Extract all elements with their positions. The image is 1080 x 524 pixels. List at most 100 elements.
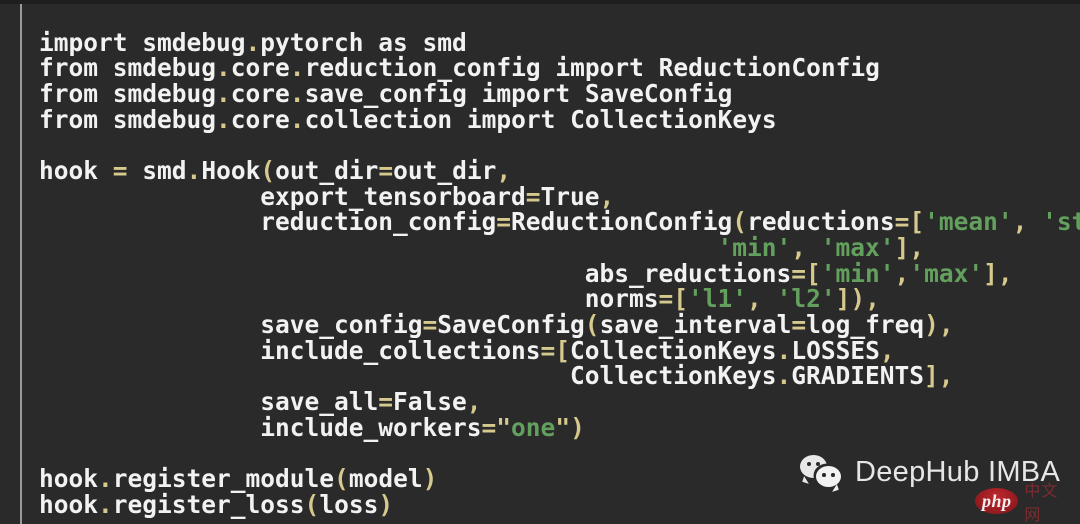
code-token: register_module — [112, 464, 335, 494]
code-token: save_interval — [599, 310, 792, 340]
code-token: from smdebug — [39, 104, 217, 134]
php-badge: php 中文网 — [975, 477, 1060, 524]
code-token: register_loss — [112, 489, 305, 519]
code-token: LOSSES — [791, 335, 880, 365]
code-line: norms=['l1', 'l2']), — [39, 286, 1069, 312]
code-token: 'min' — [820, 258, 895, 288]
code-token: from smdebug — [39, 53, 217, 83]
code-token: Hook — [201, 155, 261, 185]
code-token: core — [230, 78, 290, 108]
code-token: 'min' — [717, 233, 792, 262]
code-token: pytorch as smd — [260, 27, 467, 57]
code-token: smd — [142, 155, 187, 185]
code-token: core — [230, 53, 290, 83]
php-badge-suffix: 中文网 — [1024, 481, 1059, 524]
code-token: ) — [422, 464, 438, 494]
code-token: " — [496, 412, 512, 442]
code-token: . — [289, 104, 305, 134]
code-token: out_dir — [393, 155, 497, 185]
code-line: CollectionKeys.GRADIENTS], — [39, 363, 1069, 389]
code-line: abs_reductions=['min','max'], — [39, 258, 1069, 288]
code-token: 'max' — [909, 258, 984, 288]
code-token: . — [776, 335, 792, 365]
code-token: = — [422, 310, 438, 340]
code-token: collection import CollectionKeys — [304, 104, 777, 134]
code-token: hook — [39, 155, 113, 185]
code-token: one — [511, 412, 556, 442]
code-token: include_collections — [39, 335, 541, 365]
top-edge-band — [0, 0, 1080, 4]
code-token: 'max' — [820, 233, 895, 262]
code-token: export_tensorboard — [39, 181, 526, 211]
code-token: reductions — [747, 207, 895, 237]
code-token: . — [216, 104, 231, 134]
code-token: = — [525, 181, 541, 211]
code-token: = — [112, 155, 143, 185]
code-token: 'std' — [1042, 207, 1080, 237]
code-token: ) — [570, 412, 585, 442]
code-line: from smdebug.core.save_config import Sav… — [39, 81, 1069, 107]
code-token: ], — [924, 361, 954, 391]
code-token: . — [216, 53, 231, 83]
code-token: =[ — [791, 258, 821, 288]
code-line: import smdebug.pytorch as smd — [39, 27, 1069, 57]
code-token: , — [466, 387, 482, 417]
code-token: ( — [260, 155, 276, 185]
code-token: CollectionKeys — [570, 335, 777, 365]
code-token: ReductionConfig — [511, 207, 733, 237]
code-token: = — [481, 412, 497, 442]
code-token: SaveConfig — [437, 310, 585, 340]
code-token: 'mean' — [924, 207, 1013, 237]
code-token: = — [378, 387, 394, 417]
code-line: from smdebug.core.collection import Coll… — [39, 104, 1069, 134]
code-token: save_config — [39, 310, 423, 340]
code-token: abs_reductions — [39, 258, 792, 288]
code-token: , — [1012, 207, 1043, 237]
code-token: hook — [39, 464, 99, 494]
code-token: GRADIENTS — [791, 361, 925, 391]
code-token: . — [289, 53, 305, 83]
code-token: core — [230, 104, 290, 134]
code-token: = — [496, 207, 512, 237]
code-line: hook.register_loss(loss) — [39, 492, 1069, 518]
code-token: CollectionKeys — [39, 361, 777, 391]
code-token: , — [894, 258, 910, 288]
code-token: , — [791, 233, 821, 262]
code-token: " — [555, 412, 571, 442]
code-token: . — [98, 464, 113, 494]
code-token: =[ — [540, 335, 571, 365]
code-token: include_workers — [39, 412, 482, 442]
code-block-left-rule — [20, 4, 22, 524]
code-line: export_tensorboard=True, — [39, 181, 1069, 211]
code-token: save_config import SaveConfig — [304, 78, 733, 108]
php-badge-pill: php — [975, 488, 1019, 514]
code-token: ], — [983, 258, 1013, 288]
code-token: =[ — [658, 284, 689, 314]
code-token: . — [245, 27, 261, 57]
code-block[interactable]: import smdebug.pytorch as smd from smdebu… — [39, 27, 1080, 518]
code-token: , — [879, 335, 895, 365]
code-token: model — [348, 464, 423, 494]
code-token: . — [289, 78, 305, 108]
code-screenshot: import smdebug.pytorch as smd from smdebu… — [0, 0, 1080, 524]
php-badge-label: php — [981, 490, 1012, 511]
code-token: log_freq — [806, 310, 925, 340]
code-token: 'l1' — [688, 284, 748, 314]
code-token: ], — [894, 233, 925, 262]
code-token: , — [599, 181, 615, 211]
code-line: from smdebug.core.reduction_config impor… — [39, 55, 1069, 81]
wechat-logo-icon — [800, 454, 846, 490]
code-token: out_dir — [275, 155, 379, 185]
code-token: save_all — [39, 387, 379, 417]
code-token: = — [378, 155, 394, 185]
code-token: ]), — [835, 284, 880, 314]
code-token: =[ — [894, 207, 925, 237]
code-token: , — [747, 284, 777, 314]
code-line: reduction_config=ReductionConfig(reducti… — [39, 207, 1080, 237]
code-token: False — [393, 387, 467, 417]
code-token: ), — [924, 310, 954, 340]
code-token: 'l2' — [776, 284, 836, 314]
code-token: reduction_config import ReductionConfig — [304, 53, 880, 83]
